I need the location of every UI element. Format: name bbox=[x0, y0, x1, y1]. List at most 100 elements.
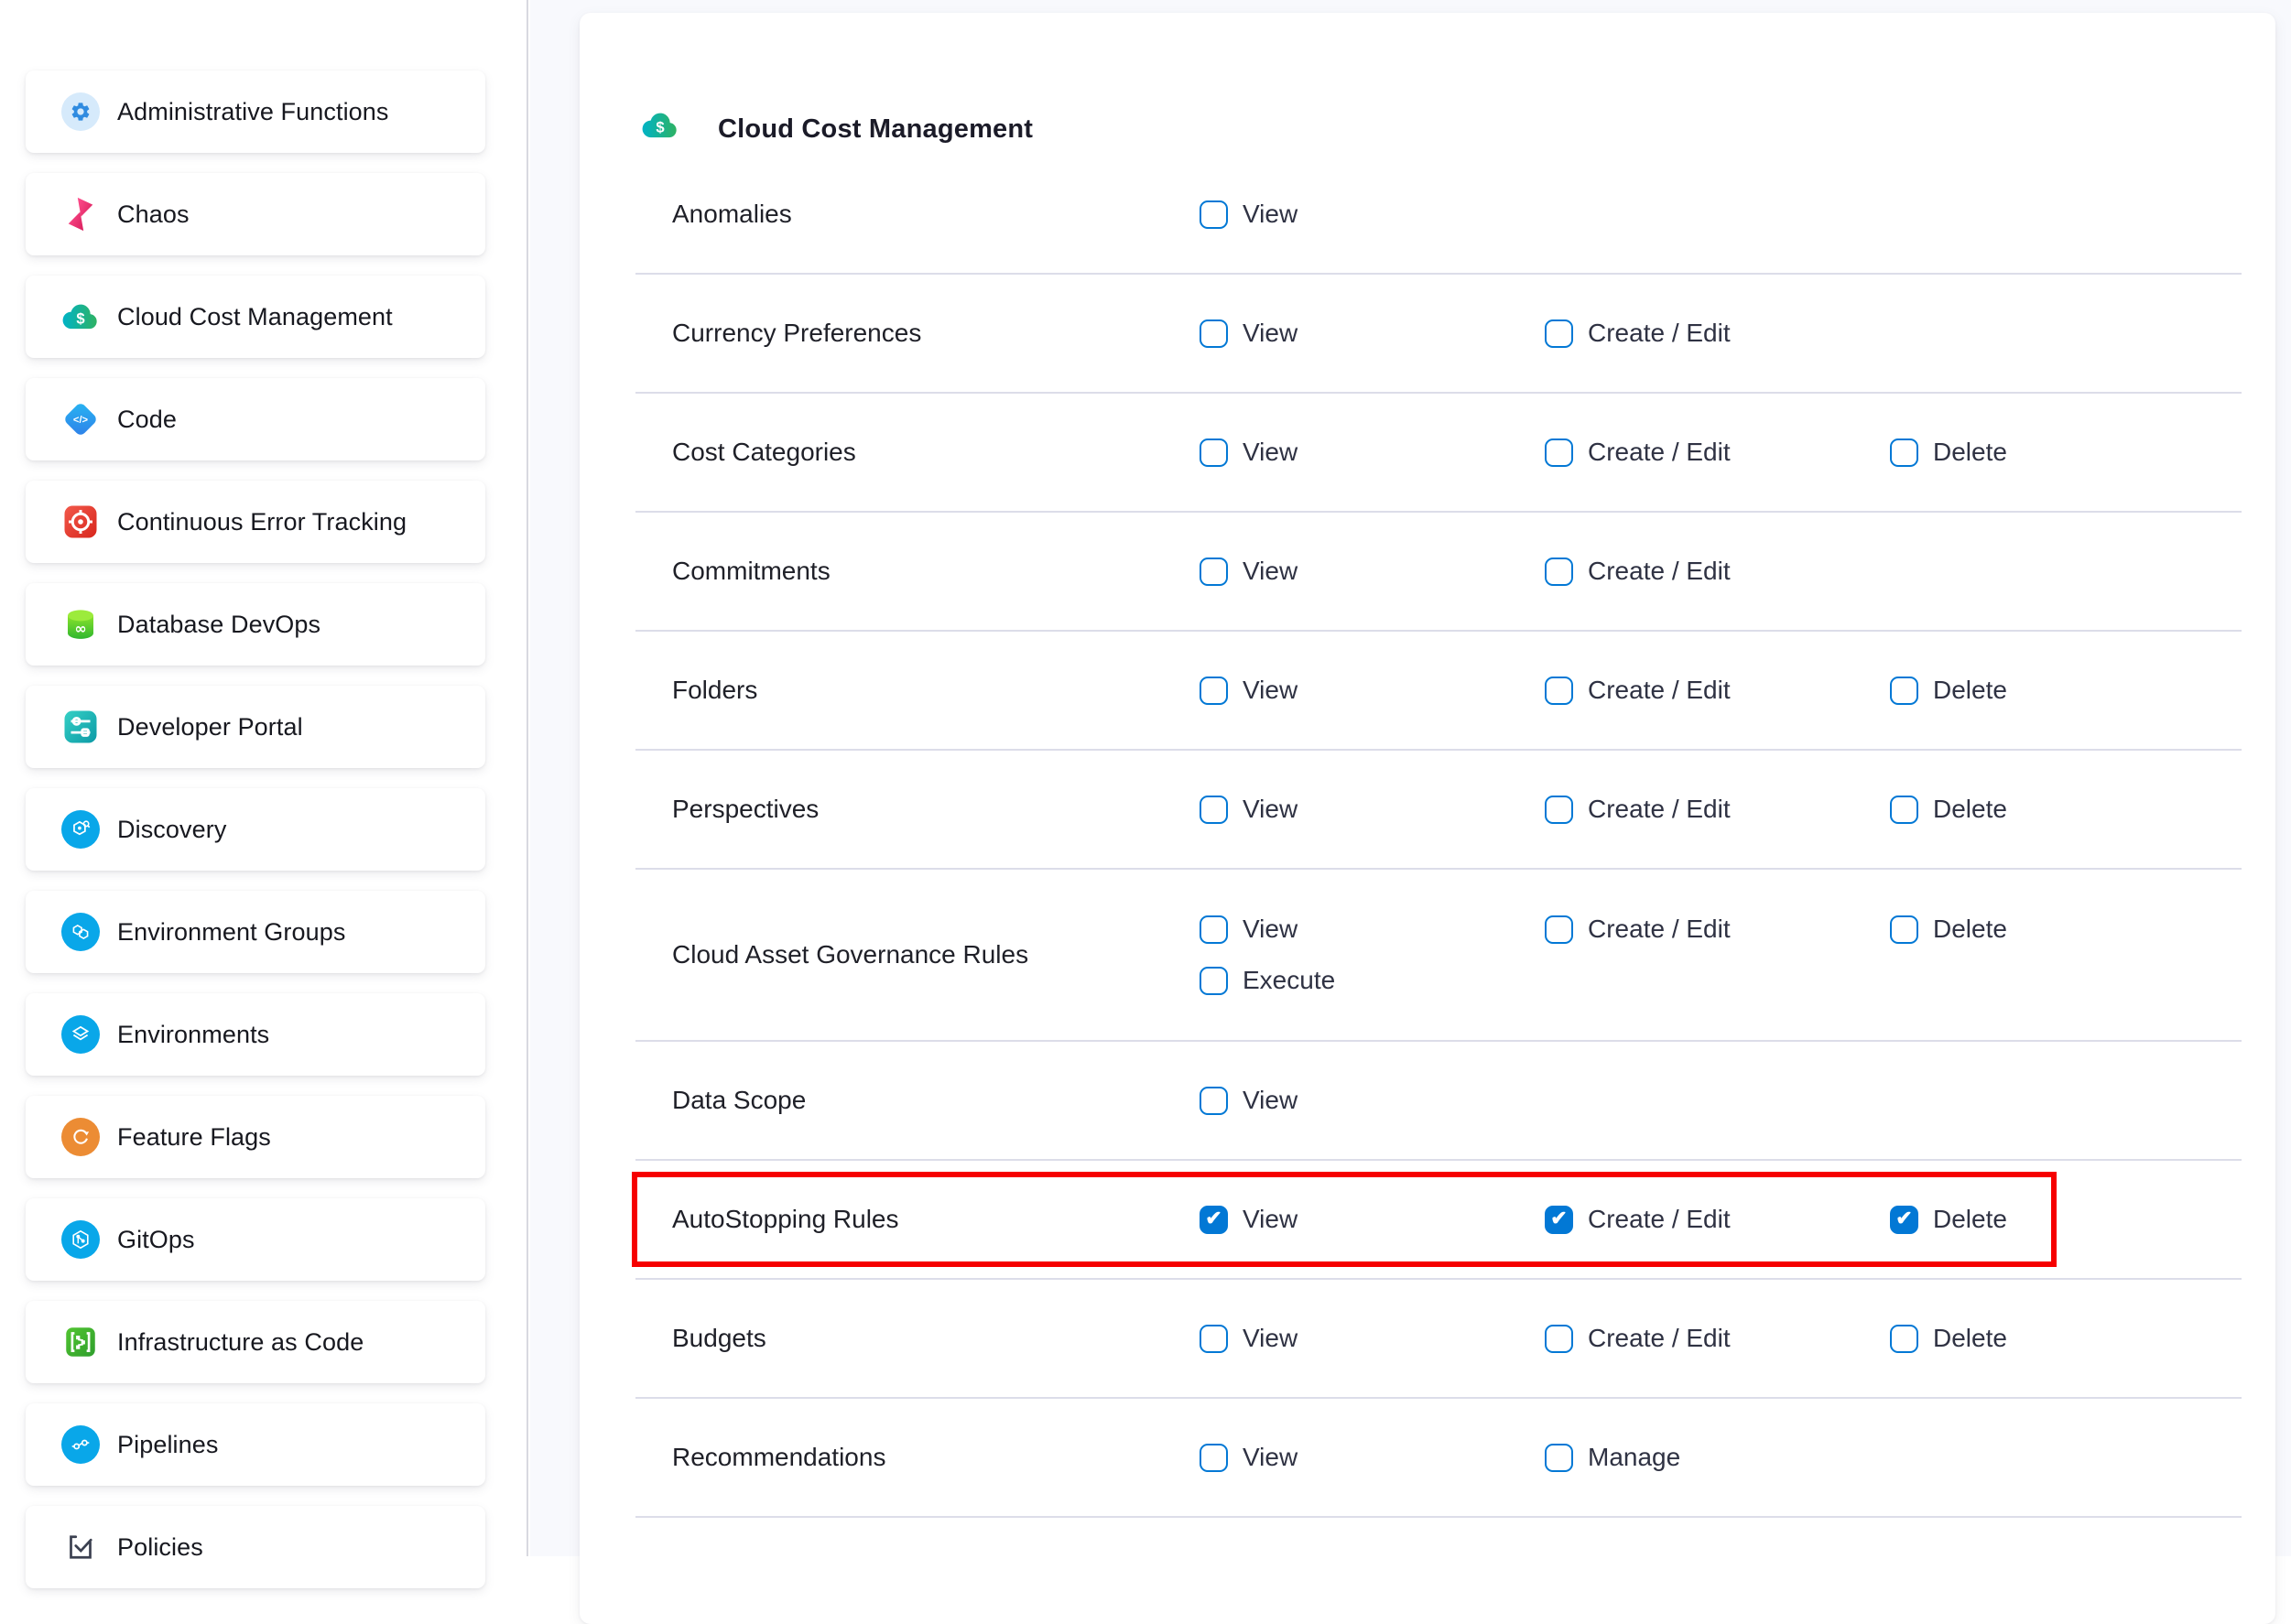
permission-row-cost-categories: Cost CategoriesViewCreate / EditDelete bbox=[635, 394, 2242, 513]
delete-checkbox[interactable] bbox=[1890, 915, 1918, 944]
svg-text:∞: ∞ bbox=[74, 620, 86, 637]
view-checkbox[interactable] bbox=[1200, 1087, 1228, 1115]
permission-line: View bbox=[1200, 1086, 2242, 1115]
sidebar-item-database-devops[interactable]: ∞ Database DevOps bbox=[26, 583, 485, 666]
permission-options: View bbox=[1200, 200, 2242, 229]
permission-label: Delete bbox=[1933, 1205, 2007, 1234]
sidebar-item-developer-portal[interactable]: Developer Portal bbox=[26, 686, 485, 768]
execute-checkbox[interactable] bbox=[1200, 967, 1228, 995]
view-checkbox[interactable] bbox=[1200, 1325, 1228, 1353]
permission-line: ViewCreate / EditDelete bbox=[1200, 676, 2242, 705]
sidebar-item-infrastructure-as-code[interactable]: Infrastructure as Code bbox=[26, 1301, 485, 1383]
permission-view: View bbox=[1200, 795, 1545, 824]
permission-label: Create / Edit bbox=[1588, 319, 1731, 348]
view-checkbox[interactable] bbox=[1200, 319, 1228, 348]
sidebar-item-gitops[interactable]: GitOps bbox=[26, 1198, 485, 1281]
create-edit-checkbox[interactable] bbox=[1545, 438, 1573, 467]
sidebar-item-feature-flags[interactable]: Feature Flags bbox=[26, 1096, 485, 1178]
permission-view: View bbox=[1200, 438, 1545, 467]
sidebar-item-cloud-cost-management[interactable]: $ Cloud Cost Management bbox=[26, 276, 485, 358]
permission-view: ✔View bbox=[1200, 1205, 1545, 1234]
delete-checkbox[interactable] bbox=[1890, 1325, 1918, 1353]
permission-label: Manage bbox=[1588, 1443, 1680, 1472]
view-checkbox[interactable] bbox=[1200, 915, 1228, 944]
policies-icon bbox=[61, 1528, 100, 1566]
sidebar-item-continuous-error-tracking[interactable]: Continuous Error Tracking bbox=[26, 481, 485, 563]
sidebar-item-label: Administrative Functions bbox=[117, 98, 389, 126]
sidebar-item-environments[interactable]: Environments bbox=[26, 993, 485, 1076]
permission-delete: ✔ Delete bbox=[1890, 1205, 2235, 1234]
sidebar-item-policies[interactable]: Policies bbox=[26, 1506, 485, 1588]
view-checkbox[interactable] bbox=[1200, 677, 1228, 705]
create-edit-checkbox[interactable] bbox=[1545, 558, 1573, 586]
delete-checkbox[interactable] bbox=[1890, 677, 1918, 705]
permission-create-edit: Create / Edit bbox=[1545, 676, 1890, 705]
permission-options: View Create / Edit bbox=[1200, 319, 2242, 348]
sidebar-item-label: Database DevOps bbox=[117, 611, 320, 639]
manage-checkbox[interactable] bbox=[1545, 1444, 1573, 1472]
create-edit-checkbox[interactable] bbox=[1545, 915, 1573, 944]
permission-options: ViewCreate / EditDelete bbox=[1200, 1324, 2242, 1353]
resource-label: Budgets bbox=[635, 1324, 1200, 1353]
permission-options: ✔View✔Create / Edit✔Delete bbox=[1200, 1205, 2242, 1234]
permission-options: View Manage bbox=[1200, 1443, 2242, 1472]
view-checkbox[interactable] bbox=[1200, 558, 1228, 586]
permission-label: View bbox=[1243, 915, 1298, 944]
permission-line: ✔View✔Create / Edit✔Delete bbox=[1200, 1205, 2242, 1234]
permission-delete: Delete bbox=[1890, 915, 2235, 944]
view-checkbox[interactable] bbox=[1200, 438, 1228, 467]
sidebar-item-discovery[interactable]: Discovery bbox=[26, 788, 485, 871]
permission-label: Delete bbox=[1933, 438, 2007, 467]
permission-row-perspectives: PerspectivesViewCreate / EditDelete bbox=[635, 751, 2242, 870]
view-checkbox[interactable] bbox=[1200, 1444, 1228, 1472]
sidebar-item-label: Feature Flags bbox=[117, 1123, 271, 1152]
permission-label: View bbox=[1243, 438, 1298, 467]
delete-checkbox[interactable] bbox=[1890, 438, 1918, 467]
view-checkbox[interactable]: ✔ bbox=[1200, 1206, 1228, 1234]
permission-delete: Delete bbox=[1890, 676, 2235, 705]
delete-checkbox[interactable] bbox=[1890, 796, 1918, 824]
sidebar-item-label: Cloud Cost Management bbox=[117, 303, 393, 331]
permission-label: Create / Edit bbox=[1588, 795, 1731, 824]
sidebar-item-administrative-functions[interactable]: Administrative Functions bbox=[26, 70, 485, 153]
gitops-icon bbox=[61, 1220, 100, 1259]
resource-label: Data Scope bbox=[635, 1086, 1200, 1115]
environment-groups-icon bbox=[61, 913, 100, 951]
permission-view: View bbox=[1200, 557, 1545, 586]
permission-label: Execute bbox=[1243, 966, 1335, 995]
permission-line: View bbox=[1200, 200, 2242, 229]
sidebar-item-pipelines[interactable]: Pipelines bbox=[26, 1403, 485, 1486]
module-sidebar: Administrative Functions Chaos $ Cloud Cost… bbox=[0, 0, 528, 1556]
permission-view: View bbox=[1200, 200, 1545, 229]
sidebar-item-label: Chaos bbox=[117, 200, 190, 229]
resource-label: Commitments bbox=[635, 557, 1200, 586]
sidebar-item-code[interactable]: </>Code bbox=[26, 378, 485, 460]
sidebar-item-label: Continuous Error Tracking bbox=[117, 508, 407, 536]
permission-label: Delete bbox=[1933, 676, 2007, 705]
create-edit-checkbox[interactable] bbox=[1545, 1325, 1573, 1353]
create-edit-checkbox[interactable] bbox=[1545, 677, 1573, 705]
permission-label: Create / Edit bbox=[1588, 1324, 1731, 1353]
permission-view: View bbox=[1200, 1443, 1545, 1472]
permission-label: View bbox=[1243, 1443, 1298, 1472]
sidebar-item-chaos[interactable]: Chaos bbox=[26, 173, 485, 255]
check-icon: ✔ bbox=[1895, 1208, 1912, 1229]
svg-text:$: $ bbox=[76, 309, 84, 327]
check-icon: ✔ bbox=[1550, 1208, 1567, 1229]
permission-row-data-scope: Data ScopeView bbox=[635, 1042, 2242, 1161]
view-checkbox[interactable] bbox=[1200, 796, 1228, 824]
create-edit-checkbox[interactable] bbox=[1545, 796, 1573, 824]
permission-create-edit: Create / Edit bbox=[1545, 1324, 1890, 1353]
view-checkbox[interactable] bbox=[1200, 200, 1228, 229]
permission-label: View bbox=[1243, 319, 1298, 348]
permission-label: Delete bbox=[1933, 1324, 2007, 1353]
permission-row-currency-preferences: Currency PreferencesViewCreate / Edit bbox=[635, 275, 2242, 394]
create-edit-checkbox[interactable]: ✔ bbox=[1545, 1206, 1573, 1234]
main-content: $ Cloud Cost Management AnomaliesViewCur… bbox=[530, 0, 2291, 1556]
create-edit-checkbox[interactable] bbox=[1545, 319, 1573, 348]
continuous-error-tracking-icon bbox=[61, 503, 100, 541]
delete-checkbox[interactable]: ✔ bbox=[1890, 1206, 1918, 1234]
permissions-card: $ Cloud Cost Management AnomaliesViewCur… bbox=[580, 13, 2275, 1624]
sidebar-item-environment-groups[interactable]: Environment Groups bbox=[26, 891, 485, 973]
pipelines-icon bbox=[61, 1425, 100, 1464]
